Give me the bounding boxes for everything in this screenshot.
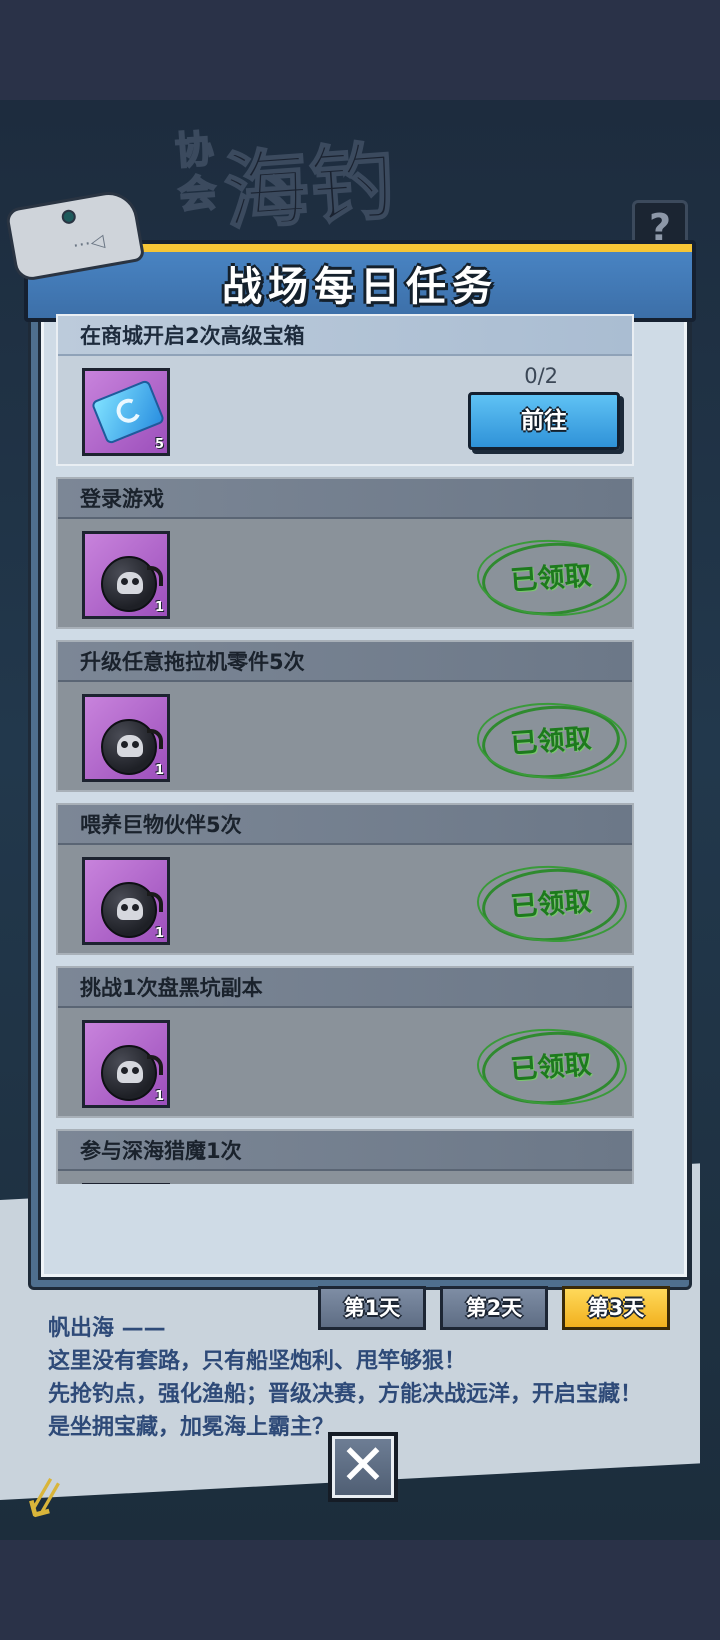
reward-count: 1	[154, 600, 164, 615]
tab-day-1[interactable]: 第1天	[318, 1286, 426, 1330]
task-item: 在商城开启2次高级宝箱 5 0/2 前往	[56, 314, 634, 466]
task-progress: 0/2	[524, 364, 558, 388]
reward-tile[interactable]: 1	[82, 694, 170, 782]
reward-count: 1	[154, 763, 164, 778]
reward-tile[interactable]: 1	[82, 1020, 170, 1108]
reward-count: 1	[154, 926, 164, 941]
claimed-stamp: 已领取	[479, 1027, 623, 1109]
task-item: 挑战1次盘黑坑副本 1 已领取	[56, 966, 634, 1118]
background-banner-title: 协会海钓	[173, 107, 502, 259]
reward-tile[interactable]	[82, 1183, 170, 1184]
story-text: 帆出海 —— 这里没有套路，只有船坚炮利、甩竿够狠！ 先抢钓点，强化渔船；晋级决…	[48, 1312, 688, 1444]
tab-day-2[interactable]: 第2天	[440, 1286, 548, 1330]
task-name: 升级任意拖拉机零件5次	[58, 642, 632, 682]
skull-bomb-icon	[101, 719, 163, 775]
fish-icon: ⋯◁	[71, 230, 107, 257]
skull-bomb-icon	[101, 556, 163, 612]
skull-bomb-icon	[101, 1045, 163, 1101]
reward-count: 5	[154, 437, 164, 452]
close-icon: ✕	[339, 1433, 387, 1498]
claimed-stamp: 已领取	[479, 864, 623, 946]
story-line: 先抢钓点，强化渔船；晋级决赛，方能决战远洋，开启宝藏！	[48, 1382, 643, 1407]
go-button[interactable]: 前往	[468, 392, 620, 450]
bottom-bar-background	[0, 1540, 720, 1640]
task-name: 参与深海猎魔1次	[58, 1131, 632, 1171]
reward-tile[interactable]: 1	[82, 857, 170, 945]
task-item: 参与深海猎魔1次	[56, 1129, 634, 1184]
task-item: 登录游戏 1 已领取	[56, 477, 634, 629]
tab-day-3[interactable]: 第3天	[562, 1286, 670, 1330]
reward-tile[interactable]: 5	[82, 368, 170, 456]
close-button[interactable]: ✕	[328, 1432, 398, 1502]
ticket-icon	[90, 379, 166, 445]
task-item: 升级任意拖拉机零件5次 1 已领取	[56, 640, 634, 792]
claimed-stamp: 已领取	[479, 538, 623, 620]
task-list[interactable]: 在商城开启2次高级宝箱 5 0/2 前往 登录游戏 1 已领取 升级任意拖拉机零…	[56, 314, 636, 1184]
skull-bomb-icon	[101, 882, 163, 938]
reward-tile[interactable]: 1	[82, 531, 170, 619]
reward-count: 1	[154, 1089, 164, 1104]
banner-small-text: 协会	[173, 126, 221, 219]
story-line: 这里没有套路，只有船坚炮利、甩竿够狠！	[48, 1349, 467, 1374]
task-name: 喂养巨物伙伴5次	[58, 805, 632, 845]
banner-big-text: 海钓	[220, 131, 400, 243]
top-bar-background	[0, 0, 720, 100]
clip-hole	[60, 208, 77, 225]
task-name: 在商城开启2次高级宝箱	[58, 316, 632, 356]
task-name: 挑战1次盘黑坑副本	[58, 968, 632, 1008]
task-name: 登录游戏	[58, 479, 632, 519]
task-item: 喂养巨物伙伴5次 1 已领取	[56, 803, 634, 955]
claimed-stamp: 已领取	[479, 701, 623, 783]
